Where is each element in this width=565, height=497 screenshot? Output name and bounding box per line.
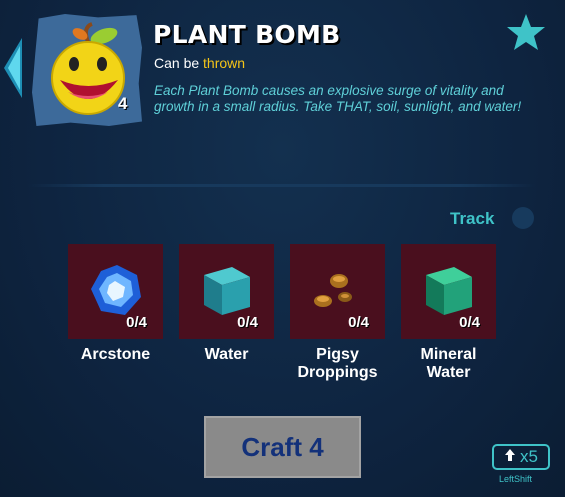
ingredient-tile: 0/4 bbox=[179, 244, 274, 339]
item-subtitle: Can be thrown bbox=[154, 55, 245, 71]
ingredient-quantity: 0/4 bbox=[237, 314, 258, 331]
craft-multiplier-badge[interactable]: x5 bbox=[492, 444, 550, 470]
ingredient-quantity: 0/4 bbox=[459, 314, 480, 331]
subtitle-highlight: thrown bbox=[203, 55, 246, 71]
track-label[interactable]: Track bbox=[450, 209, 494, 229]
ingredient-quantity: 0/4 bbox=[126, 314, 147, 331]
arcstone-icon bbox=[91, 265, 141, 315]
craft-button[interactable]: Craft 4 bbox=[204, 416, 361, 478]
droppings-icon bbox=[314, 274, 352, 307]
ingredient-name: Mineral Water bbox=[420, 346, 477, 381]
water-cube-icon bbox=[204, 267, 250, 315]
divider bbox=[28, 184, 536, 187]
ingredient-tile: 0/4 bbox=[68, 244, 163, 339]
previous-arrow-icon[interactable] bbox=[0, 38, 22, 98]
item-count: 4 bbox=[118, 94, 128, 113]
multiplier-value: x5 bbox=[520, 447, 538, 466]
ingredient-quantity: 0/4 bbox=[348, 314, 369, 331]
track-toggle[interactable] bbox=[512, 207, 534, 229]
ingredient-tile: 0/4 bbox=[290, 244, 385, 339]
shortcut-key-label: LeftShift bbox=[499, 474, 533, 484]
subtitle-prefix: Can be bbox=[154, 55, 200, 71]
ingredient-tile: 0/4 bbox=[401, 244, 496, 339]
mineral-water-cube-icon bbox=[426, 267, 472, 315]
item-title: PLANT BOMB bbox=[153, 20, 341, 49]
crafting-panel: 4 PLANT BOMB Can be thrown Each Plant Bo… bbox=[0, 0, 565, 497]
item-description: Each Plant Bomb causes an explosive surg… bbox=[154, 83, 522, 114]
favorite-star-icon[interactable] bbox=[505, 12, 547, 52]
shift-arrow-icon bbox=[504, 447, 516, 467]
